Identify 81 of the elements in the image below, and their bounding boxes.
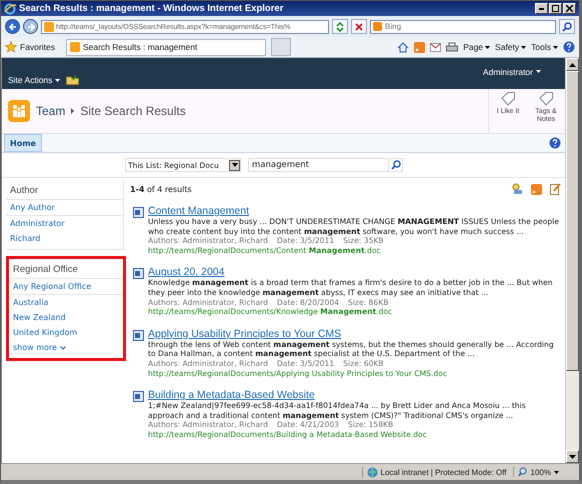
print-icon[interactable] (446, 42, 458, 52)
site-icon (70, 42, 80, 52)
zoom-control[interactable]: 100% (530, 468, 551, 476)
document-icon (133, 391, 144, 402)
tag-icon (501, 92, 515, 106)
result-title-link[interactable]: August 20, 2004 (148, 266, 224, 278)
edit-icon[interactable] (550, 183, 561, 195)
help-icon[interactable] (563, 41, 575, 53)
search-icon (390, 160, 400, 170)
result-title-link[interactable]: Content Management (148, 205, 249, 217)
refiner-link[interactable]: Any Author (6, 199, 123, 216)
show-more-link[interactable]: show more (9, 340, 70, 355)
security-zone-status: Local intranet | Protected Mode: Off (380, 468, 507, 476)
breadcrumb-link[interactable]: Team (36, 104, 66, 118)
search-icon (562, 22, 572, 32)
tag-icon (539, 92, 553, 106)
home-icon[interactable] (397, 42, 410, 52)
stop-icon (355, 22, 363, 30)
site-actions-menu[interactable]: Site Actions (8, 75, 60, 85)
scrollbar[interactable] (565, 58, 579, 463)
refiner-heading: Author (9, 184, 39, 198)
caret-icon (232, 163, 238, 167)
maximize-icon (552, 5, 559, 12)
maximize-button[interactable] (549, 3, 562, 14)
caret-icon (536, 70, 541, 73)
magnifier-icon (518, 467, 528, 477)
caret-icon (521, 46, 526, 48)
command-menu[interactable]: Tools (531, 42, 558, 52)
refiner-link[interactable]: Australia (9, 295, 123, 310)
breadcrumb-separator-icon (71, 108, 74, 114)
window-title: Search Results : management - Windows Internet Explorer (19, 3, 284, 14)
user-menu[interactable]: Administrator (482, 66, 541, 76)
refiner-link[interactable]: Richard (6, 231, 123, 246)
forward-button[interactable] (23, 19, 38, 34)
rss-icon[interactable] (531, 184, 542, 194)
results-count: 1-4 of 4 results (130, 184, 192, 194)
chevron-icon (60, 346, 66, 350)
refiner-link[interactable]: United Kingdom (9, 325, 123, 340)
document-icon (133, 268, 144, 280)
search-engine-icon (373, 22, 382, 31)
refresh-icon (336, 22, 344, 32)
result-title-link[interactable]: Applying Usability Principles to Your CMS (148, 328, 342, 340)
caret-icon (553, 46, 558, 48)
site-logo-icon (8, 100, 30, 122)
command-menu[interactable]: Page (463, 42, 490, 52)
refiner-link[interactable]: Administrator (6, 216, 123, 231)
minimize-icon (539, 8, 544, 10)
back-button[interactable] (5, 19, 20, 34)
down-arrow-icon (569, 454, 576, 458)
site-icon (44, 22, 54, 32)
nav-tab[interactable]: Home (4, 134, 42, 152)
mail-icon[interactable] (430, 42, 442, 52)
folder-icon[interactable] (66, 74, 80, 85)
rss-icon[interactable] (414, 42, 426, 52)
result-title-link[interactable]: Building a Metadata-Based Website (148, 389, 315, 402)
document-icon (133, 207, 144, 218)
stop-button[interactable] (351, 19, 367, 34)
forward-arrow-icon (26, 22, 34, 30)
close-icon (566, 5, 573, 12)
help-icon[interactable] (549, 137, 561, 149)
up-arrow-icon (569, 62, 576, 66)
favorites-button[interactable]: Favorites (20, 42, 55, 52)
refiner-link[interactable]: New Zealand (9, 310, 123, 325)
refiner-heading: Regional Office (12, 263, 79, 277)
caret-icon[interactable] (554, 470, 559, 474)
caret-icon (485, 46, 490, 48)
caret-icon (55, 78, 60, 82)
close-button[interactable] (563, 3, 576, 14)
search-field[interactable]: Bing (370, 20, 556, 34)
refiner-link[interactable]: Any Regional Office (9, 278, 123, 295)
search-button[interactable] (559, 19, 575, 34)
back-arrow-icon (8, 22, 16, 30)
document-icon (133, 330, 144, 341)
browser-tab[interactable]: Search Results : management (66, 38, 266, 56)
browser-logo-icon (4, 2, 16, 14)
refresh-button[interactable] (332, 19, 348, 34)
star-icon[interactable] (5, 41, 17, 53)
command-menu[interactable]: Safety (495, 42, 526, 52)
minimize-button[interactable] (535, 3, 548, 14)
globe-icon (366, 466, 378, 478)
search-field[interactable]: management (248, 158, 388, 172)
